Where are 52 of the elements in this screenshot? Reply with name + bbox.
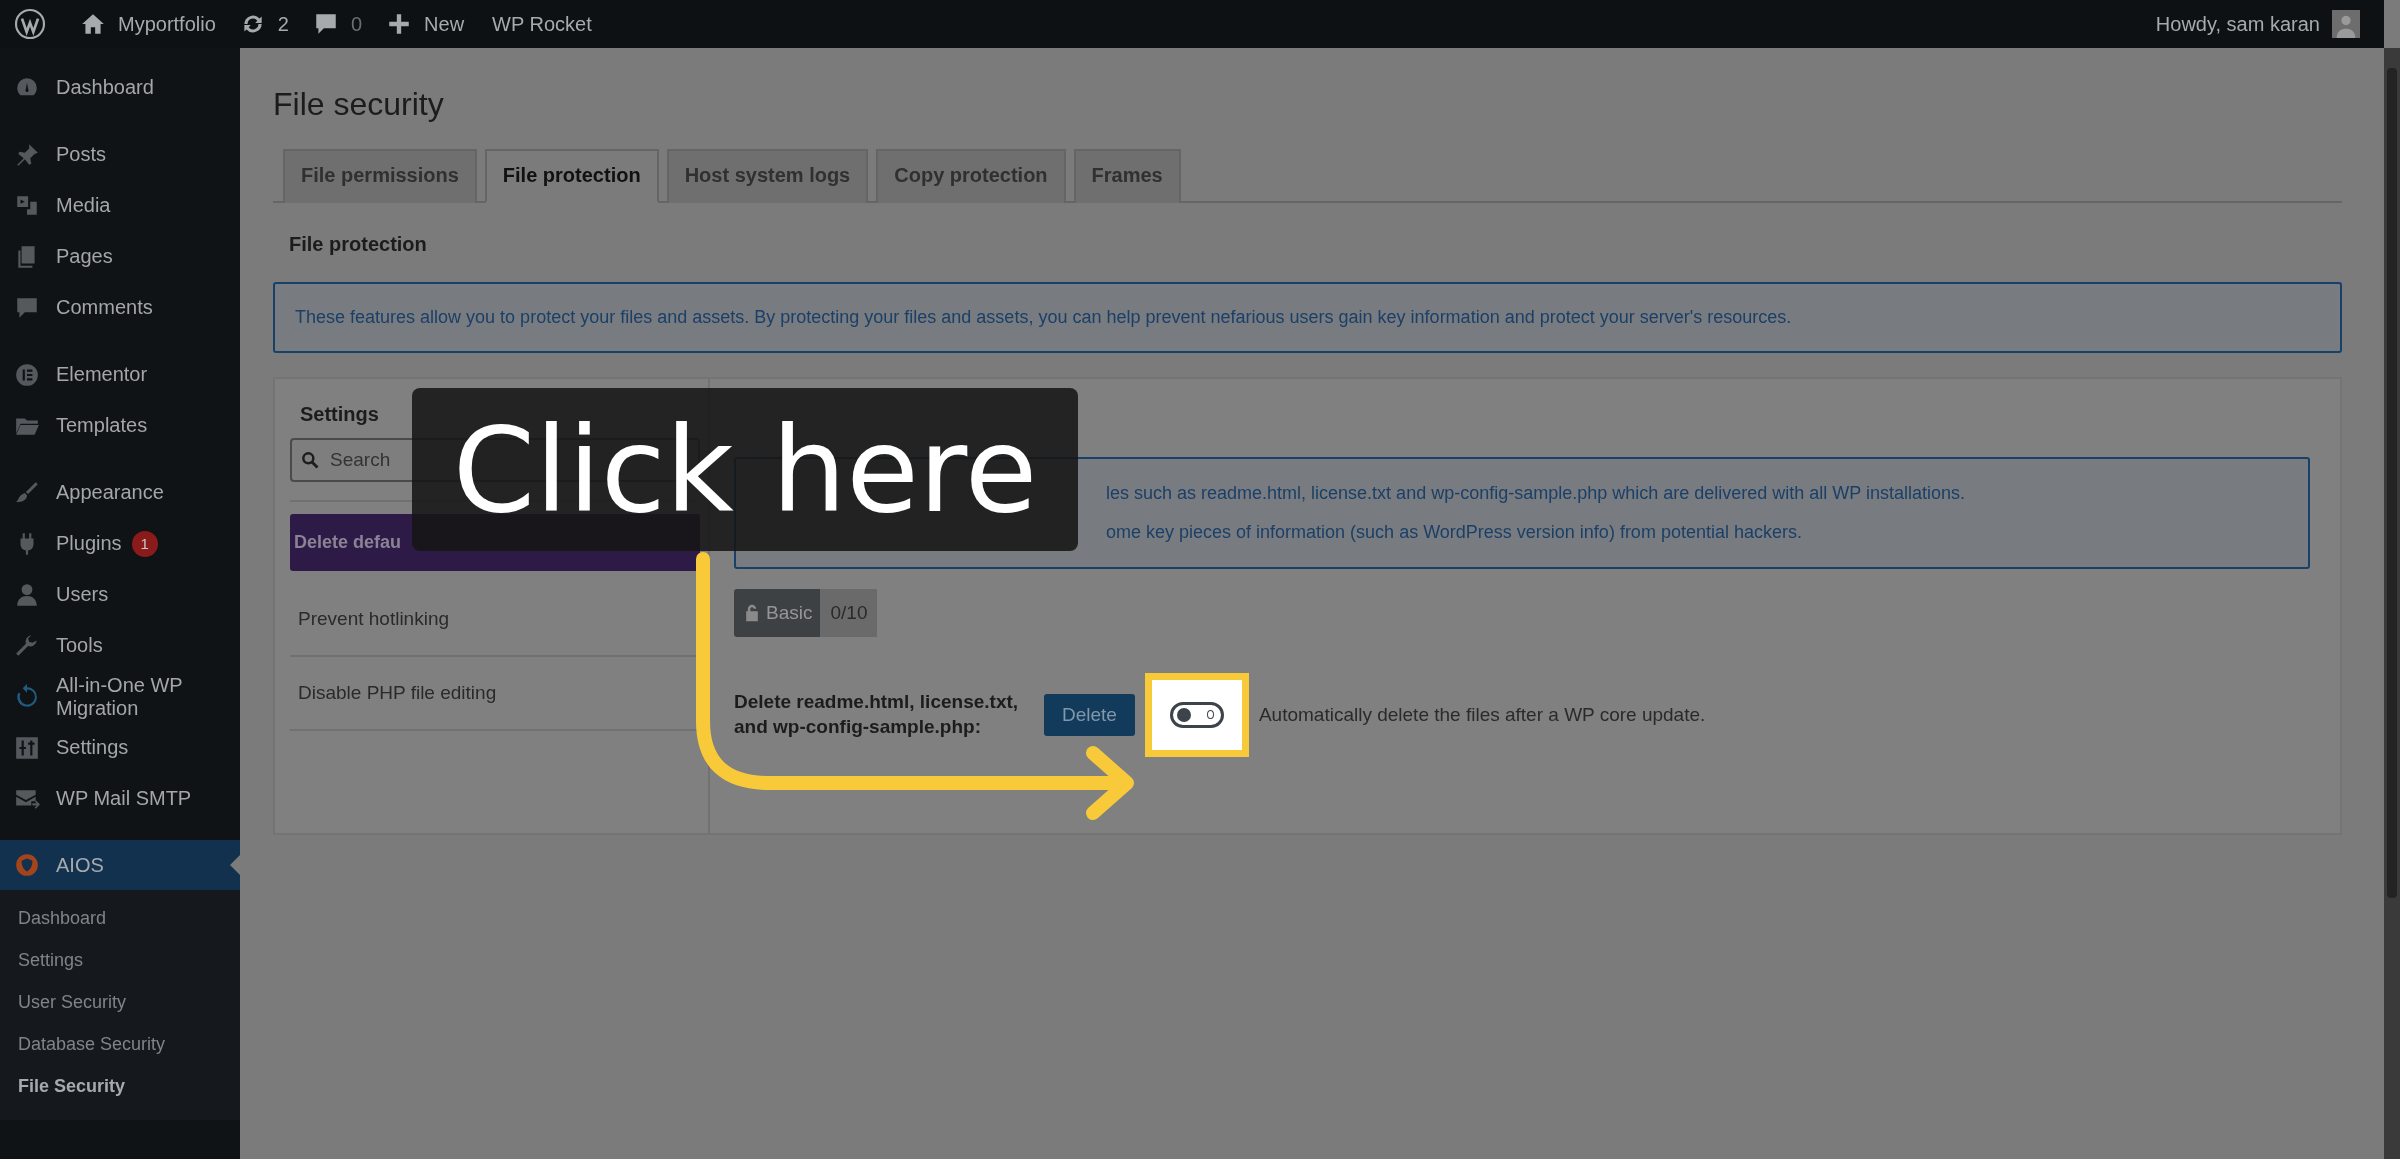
scrollbar[interactable]: [2384, 48, 2400, 1159]
settings-nav-item[interactable]: Prevent hotlinking: [290, 583, 700, 657]
security-level-badge: Basic: [734, 589, 821, 637]
click-here-tooltip: Click here: [412, 388, 1078, 551]
sidebar-item[interactable]: Plugins 1: [0, 518, 240, 569]
site-name-link[interactable]: Myportfolio: [118, 12, 216, 36]
new-link[interactable]: New: [424, 12, 465, 36]
sidebar-item[interactable]: Settings: [0, 722, 240, 773]
user-icon: [14, 581, 40, 608]
sidebar-item[interactable]: Tools: [0, 620, 240, 671]
search-icon: [300, 450, 320, 470]
sliders-icon: [14, 734, 40, 761]
toggle-label: Automatically delete the files after a WP core update.: [1258, 704, 1706, 726]
action-label: Delete readme.html, license.txt, and wp-config-sample.php:: [734, 690, 1020, 739]
sidebar-item[interactable]: AIOS: [0, 840, 240, 890]
settings-nav-item[interactable]: Disable PHP file editing: [290, 657, 700, 731]
sidebar-item[interactable]: Comments: [0, 282, 240, 333]
submenu-item[interactable]: User Security: [0, 982, 240, 1024]
sidebar-item[interactable]: WP Mail SMTP: [0, 773, 240, 824]
shield-icon: [14, 852, 40, 878]
sidebar-item[interactable]: Templates: [0, 400, 240, 451]
page-title: File security: [273, 86, 445, 123]
info-notice: These features allow you to protect your files and assets. By protecting your files and assets, you can help prevent nefarious users gain key information and protect your server's resources.: [273, 282, 2342, 353]
sidebar-item[interactable]: All-in-One WP Migration: [0, 671, 240, 722]
submenu-item[interactable]: File Security: [0, 1066, 240, 1108]
section-title: File protection: [289, 233, 428, 256]
info-text: ome key pieces of information (such as WordPress version info) from potential hackers.: [1106, 522, 1803, 543]
security-score-badge: 0/10: [820, 589, 878, 637]
submenu-item[interactable]: Dashboard: [0, 898, 240, 940]
toggle-switch[interactable]: [1169, 702, 1224, 728]
updates-count[interactable]: 2: [277, 12, 289, 36]
greeting-link[interactable]: Howdy, sam karan: [2155, 12, 2320, 36]
sidebar-item[interactable]: Dashboard: [0, 62, 240, 113]
plugin-link[interactable]: WP Rocket: [492, 12, 592, 36]
update-count-badge: 1: [131, 530, 158, 557]
current-menu-pointer: [230, 855, 240, 875]
sidebar-item[interactable]: Posts: [0, 129, 240, 180]
comments-count[interactable]: 0: [350, 12, 363, 36]
sidebar-item[interactable]: Appearance: [0, 467, 240, 518]
sidebar-item[interactable]: Media: [0, 180, 240, 231]
wordpress-logo-icon[interactable]: [14, 8, 46, 40]
tab[interactable]: File protection: [484, 149, 659, 203]
submenu-item[interactable]: Settings: [0, 940, 240, 982]
settings-heading: Settings: [300, 403, 380, 426]
submenu-item[interactable]: Database Security: [0, 1024, 240, 1066]
info-text: les such as readme.html, license.txt and wp-config-sample.php which are delivered with all WP installations.: [1106, 483, 1967, 504]
elementor-icon: [14, 361, 40, 388]
sidebar-item[interactable]: Pages: [0, 231, 240, 282]
delete-button[interactable]: Delete: [1044, 694, 1135, 736]
sidebar-item[interactable]: Elementor: [0, 349, 240, 400]
circular-arrow-icon: [14, 683, 40, 710]
sidebar-item[interactable]: Users: [0, 569, 240, 620]
